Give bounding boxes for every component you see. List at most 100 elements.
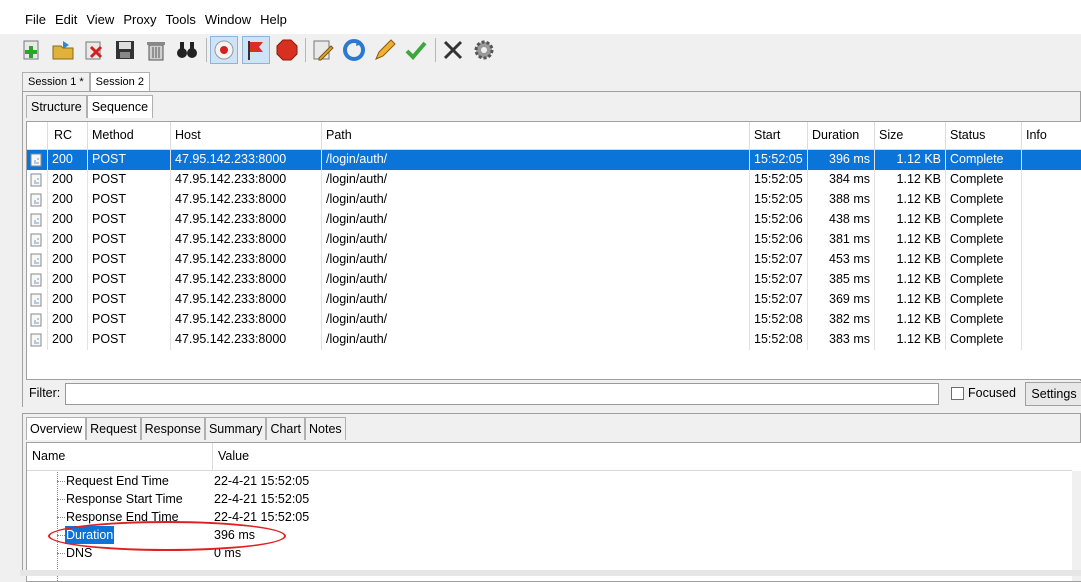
- overview-vertical-scrollbar[interactable]: [1072, 471, 1081, 581]
- pencil-icon[interactable]: [371, 36, 399, 64]
- cell-rc: 200: [48, 270, 88, 290]
- focused-checkbox[interactable]: Focused: [951, 386, 1016, 400]
- cell-method: POST: [88, 290, 171, 310]
- cell-start: 15:52:07: [750, 270, 808, 290]
- menu-help[interactable]: Help: [260, 12, 287, 27]
- cell-size: 1.12 KB: [875, 170, 946, 190]
- cell-status: Complete: [946, 230, 1022, 250]
- detail-panel: Overview Request Response Summary Chart …: [22, 413, 1081, 582]
- menu-tools[interactable]: Tools: [166, 12, 196, 27]
- filter-input[interactable]: [65, 383, 939, 405]
- menu-view[interactable]: View: [86, 12, 114, 27]
- column-header-method[interactable]: Method: [88, 122, 171, 150]
- cell-status: Complete: [946, 330, 1022, 350]
- menu-proxy[interactable]: Proxy: [123, 12, 156, 27]
- overview-name: Response Start Time: [66, 492, 183, 506]
- tab-request[interactable]: Request: [86, 417, 141, 440]
- row-type-cell: [27, 170, 48, 190]
- cell-info: [1022, 310, 1081, 330]
- table-row[interactable]: 200 POST 47.95.142.233:8000/login/auth/15:…: [27, 310, 1081, 330]
- column-header-size[interactable]: Size: [875, 122, 946, 150]
- cell-method: POST: [88, 190, 171, 210]
- cell-rc: 200: [48, 190, 88, 210]
- stop-icon[interactable]: [273, 36, 301, 64]
- cell-path: /login/auth/: [322, 250, 750, 270]
- tab-overview[interactable]: Overview: [26, 417, 87, 440]
- row-type-cell: [27, 250, 48, 270]
- tab-structure[interactable]: Structure: [26, 95, 87, 118]
- row-type-cell: [27, 270, 48, 290]
- table-row[interactable]: 200 POST 47.95.142.233:8000/login/auth/15:…: [27, 250, 1081, 270]
- table-row[interactable]: 200 POST 47.95.142.233:8000/login/auth/15:…: [27, 210, 1081, 230]
- flag-breakpoint-icon[interactable]: [242, 36, 270, 64]
- main-panel: Structure Sequence RC Method Host Path S…: [22, 91, 1081, 407]
- cell-start: 15:52:07: [750, 250, 808, 270]
- cell-method: POST: [88, 250, 171, 270]
- table-row[interactable]: 200 POST 47.95.142.233:8000/login/auth/15:…: [27, 290, 1081, 310]
- validate-check-icon[interactable]: [402, 36, 430, 64]
- table-row[interactable]: 200 POST 47.95.142.233:8000/login/auth/15:…: [27, 330, 1081, 350]
- cell-path: /login/auth/: [322, 210, 750, 230]
- focused-checkbox-box[interactable]: [951, 386, 964, 400]
- settings-button[interactable]: Settings: [1025, 382, 1081, 406]
- horizontal-scrollbar[interactable]: [20, 570, 1081, 576]
- menu-edit[interactable]: Edit: [55, 12, 77, 27]
- detail-tabs: Overview Request Response Summary Chart …: [26, 417, 346, 440]
- table-row[interactable]: 200 POST 47.95.142.233:8000/login/auth/15:…: [27, 170, 1081, 190]
- edit-icon[interactable]: [309, 36, 337, 64]
- cell-method: POST: [88, 310, 171, 330]
- cell-status: Complete: [946, 150, 1022, 170]
- menu-window[interactable]: Window: [205, 12, 251, 27]
- cell-host: 47.95.142.233:8000: [171, 290, 322, 310]
- cell-info: [1022, 270, 1081, 290]
- cell-status: Complete: [946, 290, 1022, 310]
- new-session-icon[interactable]: [18, 36, 46, 64]
- table-row[interactable]: 200 POST 47.95.142.233:8000/login/auth/15:…: [27, 230, 1081, 250]
- cell-info: [1022, 290, 1081, 310]
- binoculars-find-icon[interactable]: [173, 36, 201, 64]
- cell-method: POST: [88, 150, 171, 170]
- cell-size: 1.12 KB: [875, 230, 946, 250]
- close-session-icon[interactable]: [80, 36, 108, 64]
- row-type-cell: [27, 190, 48, 210]
- cell-status: Complete: [946, 170, 1022, 190]
- menu-file[interactable]: File: [25, 12, 46, 27]
- settings-gear-icon[interactable]: [470, 36, 498, 64]
- table-row[interactable]: 200 POST 47.95.142.233:8000/login/auth/15:…: [27, 270, 1081, 290]
- cell-size: 1.12 KB: [875, 310, 946, 330]
- table-row[interactable]: 200 POST 47.95.142.233:8000/login/auth/15:…: [27, 190, 1081, 210]
- cell-rc: 200: [48, 290, 88, 310]
- column-header-name[interactable]: Name: [27, 443, 213, 471]
- tab-summary[interactable]: Summary: [204, 417, 267, 440]
- column-header-value[interactable]: Value: [213, 443, 1072, 471]
- tools-icon[interactable]: [439, 36, 467, 64]
- save-icon[interactable]: [111, 36, 139, 64]
- column-header-start[interactable]: Start: [750, 122, 808, 150]
- toolbar-separator: [305, 38, 306, 62]
- tree-branch-line: [57, 517, 65, 518]
- record-icon[interactable]: [210, 36, 238, 64]
- repeat-icon[interactable]: [340, 36, 368, 64]
- menu-items: File Edit View Proxy Tools Window Help: [25, 12, 296, 27]
- tab-session-2[interactable]: Session 2: [89, 72, 150, 91]
- tab-response[interactable]: Response: [140, 417, 205, 440]
- table-row[interactable]: 200 POST 47.95.142.233:8000/login/auth/15:…: [27, 150, 1081, 170]
- column-header-duration[interactable]: Duration: [808, 122, 875, 150]
- column-header-rc[interactable]: RC: [48, 122, 88, 150]
- open-icon[interactable]: [49, 36, 77, 64]
- overview-row[interactable]: Request End Time 22-4-21 15:52:05: [27, 472, 1072, 490]
- column-header-host[interactable]: Host: [171, 122, 322, 150]
- column-header-info[interactable]: Info: [1022, 122, 1081, 150]
- overview-name: Request End Time: [66, 474, 169, 488]
- column-header-path[interactable]: Path: [322, 122, 750, 150]
- trash-icon[interactable]: [142, 36, 170, 64]
- tab-notes[interactable]: Notes: [305, 417, 346, 440]
- overview-row[interactable]: Response Start Time 22-4-21 15:52:05: [27, 490, 1072, 508]
- tab-chart[interactable]: Chart: [266, 417, 306, 440]
- column-header-status[interactable]: Status: [946, 122, 1022, 150]
- toolbar: [0, 34, 1081, 68]
- tab-session-1[interactable]: Session 1 *: [22, 72, 90, 91]
- red-annotation-ellipse: [48, 521, 286, 551]
- tab-sequence[interactable]: Sequence: [86, 95, 154, 118]
- focused-label: Focused: [968, 386, 1016, 400]
